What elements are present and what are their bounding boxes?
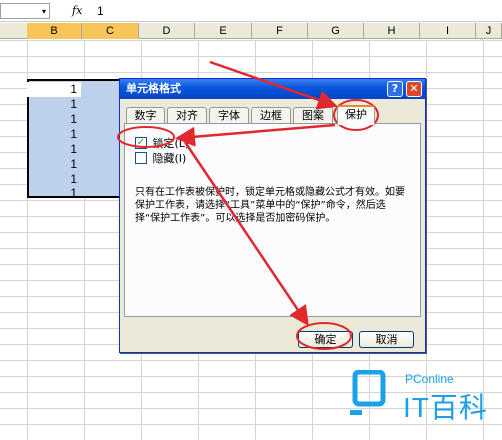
name-box[interactable]: ▾ <box>0 3 50 19</box>
tab-protection[interactable]: 保护 <box>337 105 375 125</box>
column-header-g[interactable]: G <box>308 23 364 39</box>
lock-label: 锁定(L) <box>152 137 190 150</box>
function-icon[interactable]: fx <box>72 4 82 17</box>
tab-patterns[interactable]: 图案 <box>293 107 333 124</box>
tab-font[interactable]: 字体 <box>209 107 249 124</box>
column-header-i[interactable]: I <box>420 23 476 39</box>
pconline-logo-icon <box>350 370 386 415</box>
column-header-c[interactable]: C <box>82 23 139 39</box>
ok-button[interactable]: 确定 <box>298 331 353 348</box>
column-header-d[interactable]: D <box>139 23 195 39</box>
watermark-brand: PConline <box>405 372 454 386</box>
column-header-e[interactable]: E <box>195 23 252 39</box>
watermark-name: IT百科 <box>403 392 488 423</box>
tab-alignment[interactable]: 对齐 <box>167 107 207 124</box>
lock-checkbox-row[interactable]: ✓ 锁定(L) <box>135 137 189 151</box>
protection-panel: ✓ 锁定(L) 隐藏(I) 只有在工作表被保护时，锁定单元格或隐藏公式才有效。如… <box>124 123 421 317</box>
chevron-down-icon[interactable]: ▾ <box>42 7 46 16</box>
column-header-j[interactable]: J <box>476 23 502 39</box>
cell-b[interactable]: 1 <box>27 157 81 172</box>
format-cells-dialog: 单元格格式 ? ✕ 数字 对齐 字体 边框 图案 保护 ✓ 锁定(L) 隐藏(I… <box>119 78 426 353</box>
column-header-row: B C D E F G H I J <box>0 23 502 39</box>
dialog-titlebar[interactable]: 单元格格式 ? ✕ <box>120 79 425 99</box>
hide-checkbox[interactable] <box>135 152 147 164</box>
cell-b[interactable]: 1 <box>27 172 81 187</box>
lock-checkbox[interactable]: ✓ <box>135 137 147 149</box>
hide-label: 隐藏(I) <box>152 152 187 165</box>
cell-b[interactable]: 1 <box>27 97 81 112</box>
tab-number[interactable]: 数字 <box>126 107 165 124</box>
column-header-h[interactable]: H <box>364 23 420 39</box>
cancel-button[interactable]: 取消 <box>359 331 414 348</box>
dialog-title: 单元格格式 <box>126 82 181 95</box>
hide-checkbox-row[interactable]: 隐藏(I) <box>135 152 186 166</box>
cell-b[interactable]: 1 <box>27 112 81 127</box>
formula-bar: ▾ fx 1 <box>0 0 502 22</box>
dialog-tabs: 数字 对齐 字体 边框 图案 保护 <box>126 105 422 125</box>
cell-b[interactable]: 1 <box>27 82 81 97</box>
cell-b[interactable]: 1 <box>27 186 81 201</box>
protection-description: 只有在工作表被保护时，锁定单元格或隐藏公式才有效。如要保护工作表，请选择“工具”… <box>135 187 405 224</box>
close-button[interactable]: ✕ <box>406 81 422 97</box>
help-button[interactable]: ? <box>387 81 403 97</box>
cell-b[interactable]: 1 <box>27 142 81 157</box>
column-header-b[interactable]: B <box>27 23 82 39</box>
formula-input[interactable]: 1 <box>97 4 104 18</box>
cell-b[interactable]: 1 <box>27 127 81 142</box>
column-header-f[interactable]: F <box>252 23 308 39</box>
tab-border[interactable]: 边框 <box>251 107 291 124</box>
